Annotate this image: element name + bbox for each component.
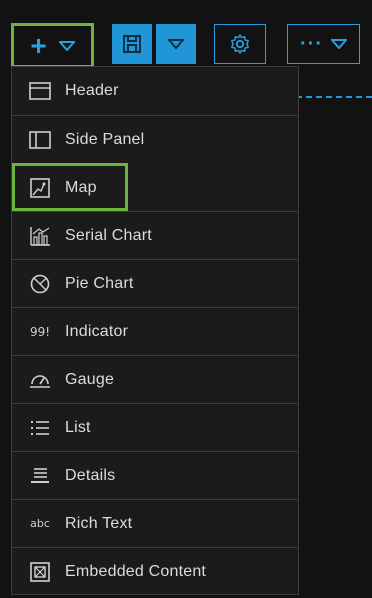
menu-item-label: Indicator [65, 322, 129, 340]
menu-item-details[interactable]: Details [12, 451, 298, 499]
plus-icon: + [30, 29, 47, 61]
menu-item-embedded-content[interactable]: Embedded Content [12, 547, 298, 595]
rich-text-icon: abc [30, 517, 50, 530]
header-icon [28, 79, 52, 103]
settings-button[interactable] [214, 24, 266, 64]
chevron-down-icon [330, 39, 347, 49]
menu-item-label: Embedded Content [65, 562, 207, 580]
save-button[interactable] [112, 24, 152, 64]
serial-chart-icon [28, 224, 52, 248]
menu-item-list[interactable]: List [12, 403, 298, 451]
ellipsis-icon: ··· [300, 32, 323, 55]
drop-zone-outline [296, 96, 372, 98]
gauge-icon [28, 368, 52, 392]
menu-item-label: Serial Chart [65, 226, 152, 244]
pie-chart-icon [28, 272, 52, 296]
save-button-group [112, 24, 196, 64]
details-icon [28, 464, 52, 488]
toolbar: + ··· [0, 0, 372, 70]
side-panel-icon [28, 128, 52, 152]
menu-item-header[interactable]: Header [12, 67, 298, 115]
menu-item-label: Gauge [65, 370, 115, 388]
menu-item-indicator[interactable]: 99! Indicator [12, 307, 298, 355]
indicator-icon: 99! [29, 324, 51, 339]
gear-icon [231, 34, 249, 54]
menu-item-label: List [65, 418, 91, 436]
chevron-down-icon [168, 39, 184, 49]
menu-item-map[interactable]: Map [12, 163, 128, 211]
more-options-button[interactable]: ··· [287, 24, 360, 64]
list-icon [28, 416, 52, 440]
menu-item-label: Pie Chart [65, 274, 134, 292]
map-icon [28, 176, 52, 200]
menu-item-side-panel[interactable]: Side Panel [12, 115, 298, 163]
menu-item-label: Rich Text [65, 514, 133, 532]
menu-item-label: Side Panel [65, 130, 145, 148]
menu-item-rich-text[interactable]: abc Rich Text [12, 499, 298, 547]
menu-item-pie-chart[interactable]: Pie Chart [12, 259, 298, 307]
chevron-down-icon [58, 40, 75, 51]
save-icon [123, 35, 141, 53]
add-widget-menu: Header Side Panel Map Serial Chart Pie C… [11, 66, 299, 595]
menu-item-label: Details [65, 466, 116, 484]
embedded-content-icon [28, 560, 52, 584]
save-options-button[interactable] [156, 24, 196, 64]
menu-item-gauge[interactable]: Gauge [12, 355, 298, 403]
add-widget-button[interactable]: + [11, 23, 94, 68]
menu-item-label: Header [65, 82, 119, 99]
menu-item-serial-chart[interactable]: Serial Chart [12, 211, 298, 259]
menu-item-label: Map [65, 178, 97, 196]
